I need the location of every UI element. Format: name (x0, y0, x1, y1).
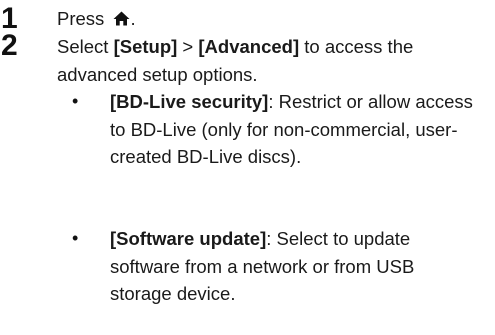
bullet-text: [BD-Live security]: Restrict or allow ac… (110, 88, 480, 171)
home-icon (113, 11, 130, 26)
step-text: Press . (57, 5, 487, 33)
bullet-text: [Software update]: Select to update soft… (110, 225, 480, 308)
step-number: 2 (1, 29, 18, 62)
step-text-suffix: . (130, 8, 136, 29)
menu-setup: [Setup] (113, 36, 178, 57)
bullet-label: [Software update] (110, 228, 267, 249)
menu-advanced: [Advanced] (198, 36, 300, 57)
step-text-prefix: Select (57, 36, 114, 57)
step-text-prefix: Press (57, 8, 110, 29)
bullet-label: [BD-Live security] (110, 91, 269, 112)
bullet-symbol: • (72, 91, 79, 111)
step-text: Select [Setup] > [Advanced] to access th… (57, 33, 487, 88)
bullet-symbol: • (72, 228, 79, 248)
menu-separator: > (177, 36, 199, 57)
